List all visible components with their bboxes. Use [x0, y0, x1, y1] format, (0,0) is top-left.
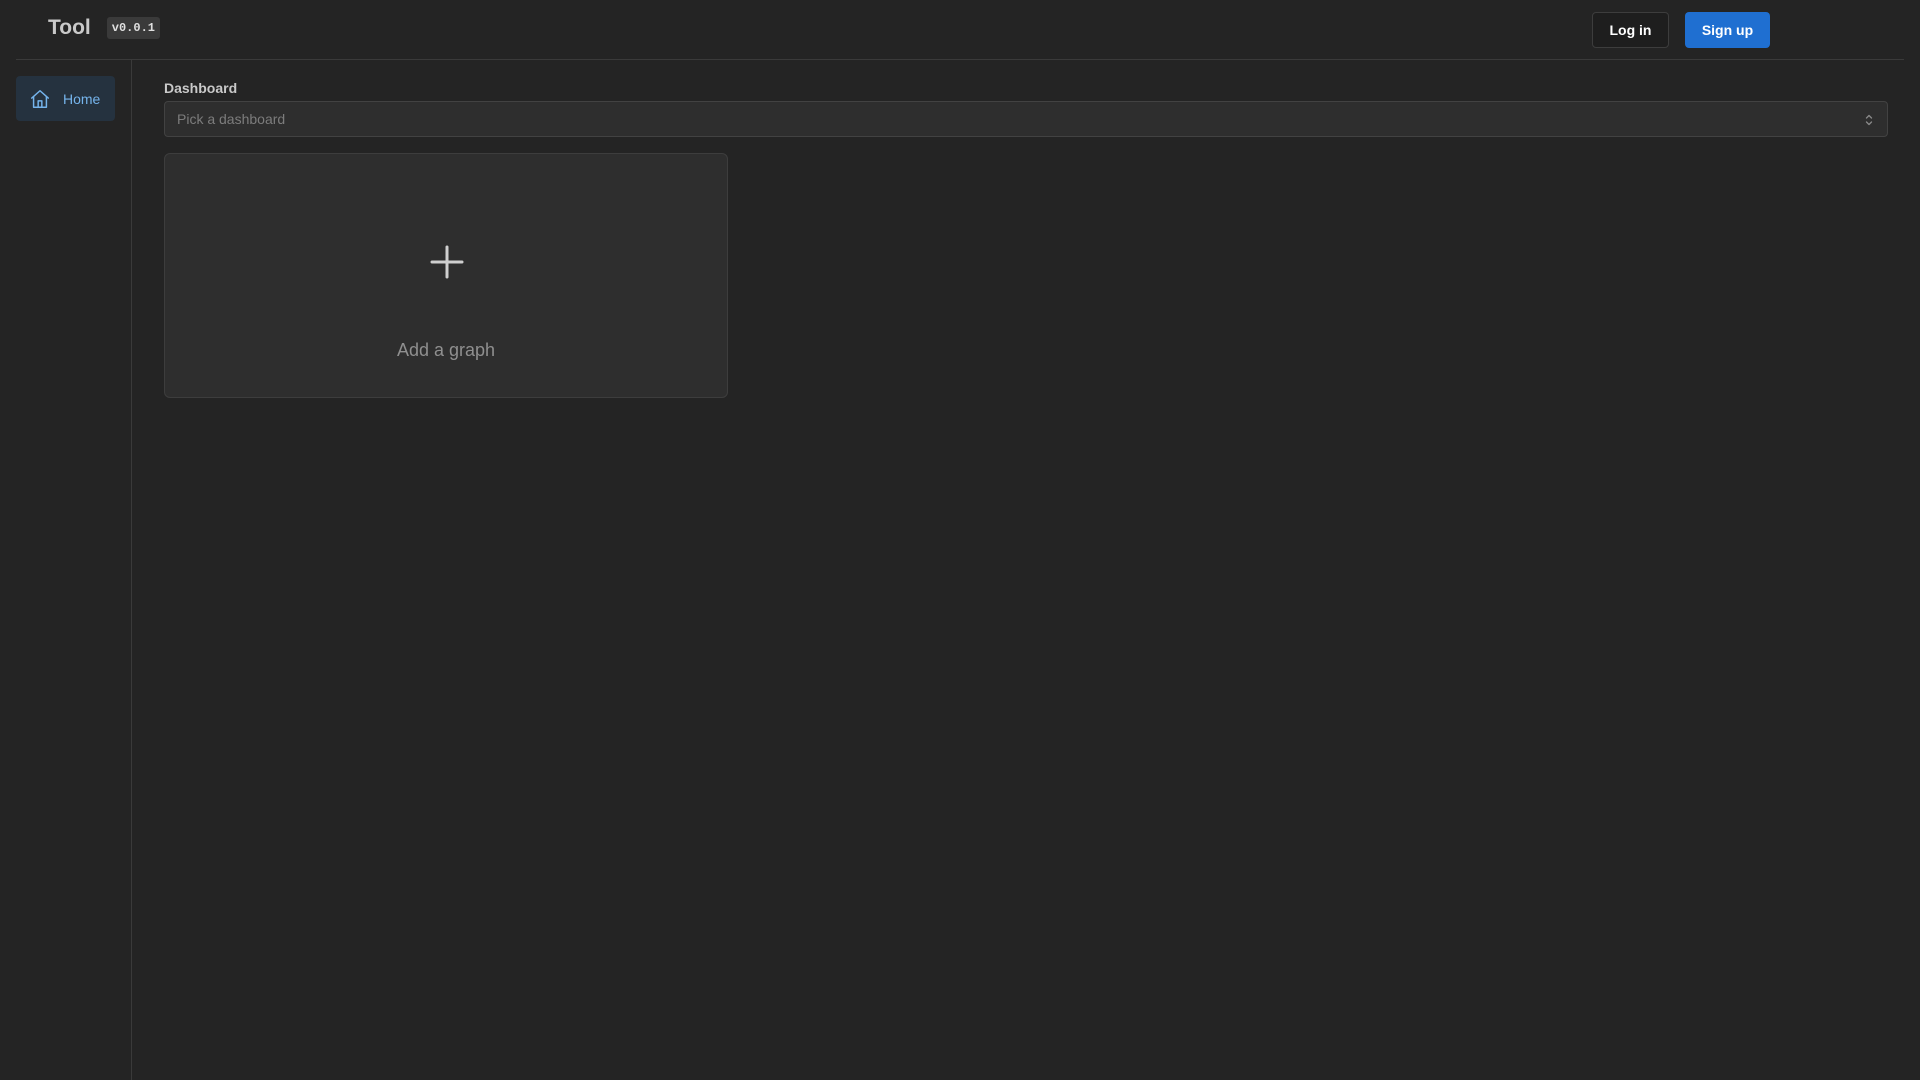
add-graph-card[interactable]: Add a graph	[164, 153, 728, 398]
login-button[interactable]: Log in	[1592, 12, 1669, 48]
dashboard-label: Dashboard	[164, 80, 238, 96]
home-icon	[29, 88, 51, 110]
dashboard-select-placeholder: Pick a dashboard	[177, 111, 286, 127]
app: Tool v0.0.1 Log in Sign up Home Dashboar…	[0, 0, 1920, 1080]
sidebar-item-label: Home	[63, 90, 101, 107]
add-graph-label: Add a graph	[396, 340, 496, 360]
sidebar: Home	[0, 60, 132, 1080]
brand: Tool v0.0.1	[48, 16, 160, 40]
chevron-up-down-icon	[1863, 112, 1875, 133]
plus-icon	[429, 244, 465, 285]
signup-button[interactable]: Sign up	[1685, 12, 1770, 48]
dashboard-select[interactable]: Pick a dashboard	[164, 101, 1888, 137]
app-title: Tool	[48, 16, 91, 39]
auth-buttons: Log in Sign up	[1592, 12, 1770, 48]
top-header: Tool v0.0.1 Log in Sign up	[16, 0, 1904, 60]
version-badge: v0.0.1	[106, 17, 160, 39]
sidebar-item-home[interactable]: Home	[16, 76, 115, 121]
